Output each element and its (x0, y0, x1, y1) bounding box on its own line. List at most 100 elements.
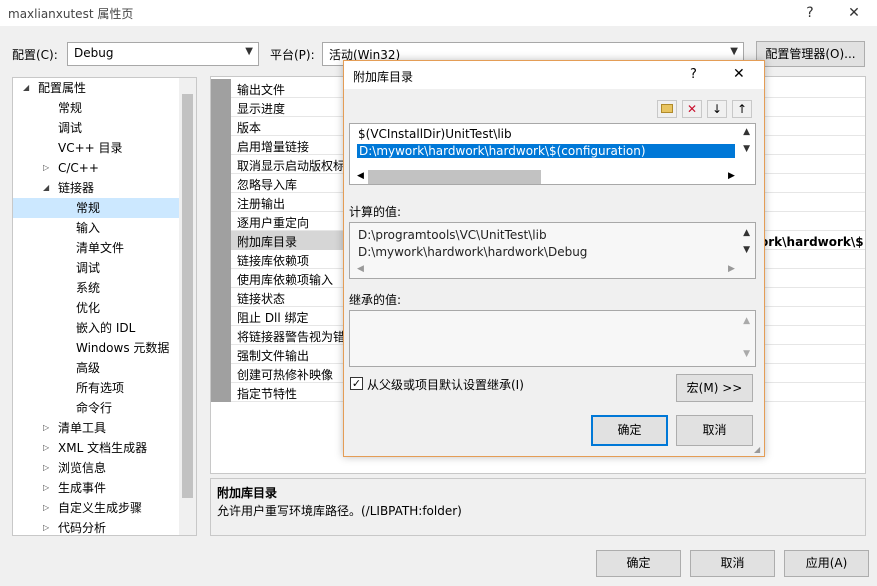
tree-item-label: 浏览信息 (58, 461, 107, 475)
chevron-down-icon[interactable]: ▼ (743, 245, 750, 255)
row-gutter (211, 79, 231, 98)
tree-item[interactable]: 输入 (13, 218, 179, 238)
property-name: 取消显示启动版权标 (237, 159, 346, 173)
dialog-close-button[interactable]: ✕ (733, 66, 745, 82)
tree-item-label: 清单文件 (76, 241, 125, 255)
collapsed-arrow-icon[interactable]: ▷ (43, 498, 49, 518)
tree-item-label: 嵌入的 IDL (76, 321, 136, 335)
collapsed-arrow-icon[interactable]: ▷ (43, 458, 49, 478)
row-gutter (211, 174, 231, 193)
tree-item[interactable]: 高级 (13, 358, 179, 378)
collapsed-arrow-icon[interactable]: ▷ (43, 518, 49, 535)
row-gutter (211, 364, 231, 383)
apply-button[interactable]: 应用(A) (784, 550, 869, 577)
tree-item[interactable]: 清单文件 (13, 238, 179, 258)
property-name: 输出文件 (237, 83, 286, 97)
collapsed-arrow-icon[interactable]: ▷ (43, 418, 49, 438)
row-gutter (211, 307, 231, 326)
chevron-right-icon[interactable]: ▶ (728, 264, 735, 274)
new-folder-button[interactable] (657, 100, 677, 118)
resize-grip-icon[interactable]: ◢ (754, 445, 760, 454)
chevron-left-icon[interactable]: ◀ (357, 264, 364, 274)
chevron-up-icon[interactable]: ▲ (743, 228, 750, 238)
tree-item[interactable]: 命令行 (13, 398, 179, 418)
property-name: 指定节特性 (237, 387, 298, 401)
additional-library-dirs-dialog: 附加库目录 ? ✕ ✕ ↓ ↑ $(VCInstallDir)UnitTest\… (343, 60, 765, 457)
collapsed-arrow-icon[interactable]: ▷ (43, 438, 49, 458)
tree-item[interactable]: 嵌入的 IDL (13, 318, 179, 338)
computed-value: D:\mywork\hardwork\hardwork\Debug (358, 245, 588, 259)
description-panel: 附加库目录 允许用户重写环境库路径。(/LIBPATH:folder) (210, 478, 866, 536)
list-item-selected[interactable]: D:\mywork\hardwork\hardwork\$(configurat… (357, 144, 735, 158)
tree-item[interactable]: ▷ 生成事件 (13, 478, 179, 498)
property-name: 忽略导入库 (237, 178, 298, 192)
inherited-label: 继承的值: (349, 293, 402, 307)
dialog-cancel-button[interactable]: 取消 (676, 415, 753, 446)
help-button[interactable]: ? (798, 3, 822, 23)
tree-item[interactable]: 常规 (13, 198, 179, 218)
expanded-arrow-icon[interactable]: ◢ (43, 178, 49, 198)
tree-scrollbar-thumb[interactable] (182, 94, 193, 498)
expanded-arrow-icon[interactable]: ◢ (23, 78, 29, 98)
tree-item-label: 清单工具 (58, 421, 107, 435)
tree-item[interactable]: ▷ 代码分析 (13, 518, 179, 535)
macro-button[interactable]: 宏(M) >> (676, 374, 753, 402)
tree-item-label: C/C++ (58, 161, 99, 175)
ok-button[interactable]: 确定 (596, 550, 681, 577)
dialog-ok-button[interactable]: 确定 (591, 415, 668, 446)
chevron-right-icon[interactable]: ▶ (728, 171, 735, 181)
tree-item[interactable]: ▷ C/C++ (13, 158, 179, 178)
directory-list[interactable]: $(VCInstallDir)UnitTest\lib D:\mywork\ha… (349, 123, 756, 185)
collapsed-arrow-icon[interactable]: ▷ (43, 478, 49, 498)
tree-item[interactable]: 所有选项 (13, 378, 179, 398)
config-select[interactable]: Debug ▼ (67, 42, 259, 66)
cancel-button[interactable]: 取消 (690, 550, 775, 577)
tree-item[interactable]: ◢ 链接器 (13, 178, 179, 198)
row-gutter (211, 212, 231, 231)
inherit-checkbox[interactable]: ✓ (350, 377, 363, 390)
dialog-help-button[interactable]: ? (690, 67, 697, 82)
property-name: 链接库依赖项 (237, 254, 310, 268)
tree-scrollbar[interactable] (179, 78, 196, 535)
tree-item[interactable]: 调试 (13, 258, 179, 278)
tree-item[interactable]: ▷ XML 文档生成器 (13, 438, 179, 458)
delete-button[interactable]: ✕ (682, 100, 702, 118)
computed-values-box: D:\programtools\VC\UnitTest\lib D:\mywor… (349, 222, 756, 279)
property-name: 逐用户重定向 (237, 216, 310, 230)
row-gutter (211, 231, 231, 250)
horizontal-scrollbar-thumb[interactable] (368, 170, 541, 184)
tree-item[interactable]: ◢ 配置属性 (13, 78, 179, 98)
title-bar: maxlianxutest 属性页 ? ✕ (0, 0, 877, 26)
tree-item[interactable]: 调试 (13, 118, 179, 138)
tree-item[interactable]: ▷ 自定义生成步骤 (13, 498, 179, 518)
tree-item[interactable]: VC++ 目录 (13, 138, 179, 158)
chevron-left-icon[interactable]: ◀ (357, 171, 364, 181)
tree-item[interactable]: 优化 (13, 298, 179, 318)
property-name: 版本 (237, 121, 262, 135)
property-name: 链接状态 (237, 292, 286, 306)
chevron-up-icon[interactable]: ▲ (743, 316, 750, 326)
tree-item[interactable]: ▷ 清单工具 (13, 418, 179, 438)
chevron-down-icon[interactable]: ▼ (743, 349, 750, 359)
list-item[interactable]: $(VCInstallDir)UnitTest\lib (358, 127, 512, 141)
computed-value: D:\programtools\VC\UnitTest\lib (358, 228, 547, 242)
description-text: 允许用户重写环境库路径。(/LIBPATH:folder) (217, 504, 462, 518)
selected-property-value[interactable]: ork\hardwork\$ (760, 233, 865, 252)
close-button[interactable]: ✕ (842, 3, 866, 23)
chevron-down-icon[interactable]: ▼ (743, 144, 750, 154)
row-gutter (211, 117, 231, 136)
tree-item-label: 常规 (58, 101, 83, 115)
tree-item-label: XML 文档生成器 (58, 441, 148, 455)
move-up-button[interactable]: ↑ (732, 100, 752, 118)
tree-item[interactable]: ▷ 浏览信息 (13, 458, 179, 478)
tree-item[interactable]: 常规 (13, 98, 179, 118)
config-manager-button[interactable]: 配置管理器(O)... (756, 41, 865, 67)
inherit-checkbox-label[interactable]: 从父级或项目默认设置继承(I) (367, 376, 524, 393)
dialog-title-bar: 附加库目录 ? ✕ (344, 61, 764, 89)
tree-item[interactable]: 系统 (13, 278, 179, 298)
tree-item[interactable]: Windows 元数据 (13, 338, 179, 358)
collapsed-arrow-icon[interactable]: ▷ (43, 158, 49, 178)
chevron-up-icon[interactable]: ▲ (743, 127, 750, 137)
move-down-button[interactable]: ↓ (707, 100, 727, 118)
row-gutter (211, 98, 231, 117)
